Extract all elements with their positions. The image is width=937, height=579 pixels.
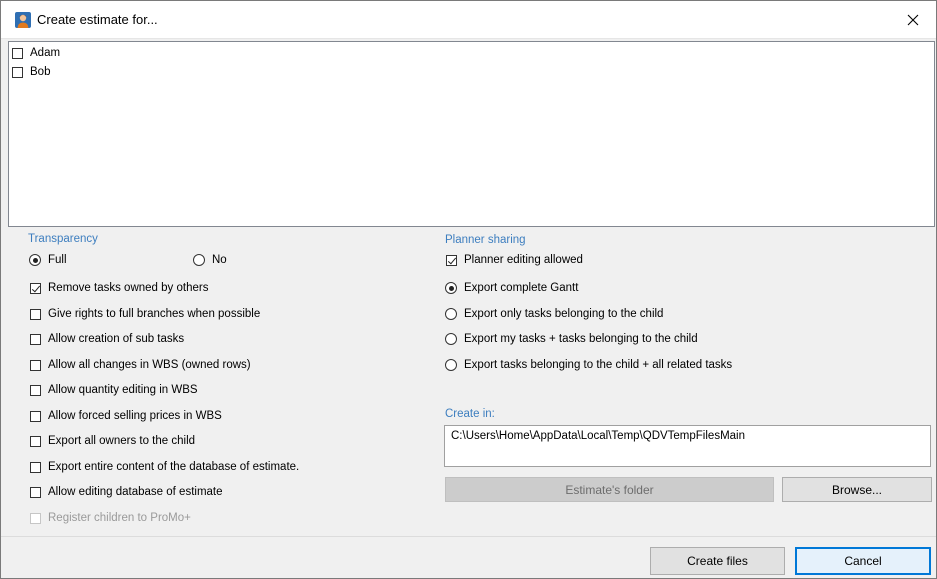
checkbox bbox=[30, 512, 41, 524]
checkbox[interactable] bbox=[30, 384, 41, 396]
child-checkbox-adam[interactable] bbox=[12, 47, 23, 59]
user-icon bbox=[15, 12, 31, 28]
option-label: Export entire content of the database of… bbox=[48, 461, 300, 473]
checkbox[interactable] bbox=[30, 308, 41, 320]
create-files-button[interactable]: Create files bbox=[650, 547, 785, 575]
option-export-entire-database[interactable]: Export entire content of the database of… bbox=[30, 459, 299, 475]
radio-button[interactable] bbox=[193, 254, 205, 266]
radio-label: Export tasks belonging to the child + al… bbox=[464, 359, 733, 371]
option-label: Allow all changes in WBS (owned rows) bbox=[48, 359, 251, 371]
radio-button[interactable] bbox=[445, 308, 457, 320]
export-only-child-tasks-radio[interactable]: Export only tasks belonging to the child bbox=[445, 306, 663, 322]
option-label: Allow editing database of estimate bbox=[48, 486, 223, 498]
create-in-title: Create in: bbox=[445, 408, 495, 420]
child-checkbox-bob[interactable] bbox=[12, 66, 23, 78]
children-list[interactable]: Adam Bob bbox=[8, 41, 935, 227]
checkbox[interactable] bbox=[30, 410, 41, 422]
radio-label: No bbox=[212, 254, 227, 266]
checkbox[interactable] bbox=[446, 254, 457, 266]
option-export-all-owners[interactable]: Export all owners to the child bbox=[30, 433, 195, 449]
title-separator bbox=[1, 38, 936, 39]
transparency-full-radio[interactable]: Full bbox=[29, 252, 67, 268]
checkbox[interactable] bbox=[30, 461, 41, 473]
transparency-title: Transparency bbox=[28, 233, 98, 245]
option-allow-forced-selling-prices[interactable]: Allow forced selling prices in WBS bbox=[30, 408, 222, 424]
radio-button[interactable] bbox=[445, 282, 457, 294]
radio-button[interactable] bbox=[445, 333, 457, 345]
close-button[interactable] bbox=[890, 1, 936, 38]
option-label: Register children to ProMo+ bbox=[48, 512, 191, 524]
option-allow-quantity-editing[interactable]: Allow quantity editing in WBS bbox=[30, 382, 198, 398]
window-title: Create estimate for... bbox=[37, 12, 158, 27]
option-allow-sub-tasks[interactable]: Allow creation of sub tasks bbox=[30, 331, 184, 347]
radio-label: Full bbox=[48, 254, 67, 266]
child-label: Adam bbox=[30, 47, 61, 59]
export-complete-gantt-radio[interactable]: Export complete Gantt bbox=[445, 280, 578, 296]
option-allow-all-changes-wbs[interactable]: Allow all changes in WBS (owned rows) bbox=[30, 357, 251, 373]
list-item[interactable]: Adam bbox=[12, 45, 60, 61]
checkbox[interactable] bbox=[30, 435, 41, 447]
option-label: Allow creation of sub tasks bbox=[48, 333, 185, 345]
cancel-button[interactable]: Cancel bbox=[795, 547, 931, 575]
option-label: Remove tasks owned by others bbox=[48, 282, 209, 294]
option-label: Planner editing allowed bbox=[464, 254, 583, 266]
list-item[interactable]: Bob bbox=[12, 64, 50, 80]
radio-label: Export only tasks belonging to the child bbox=[464, 308, 664, 320]
radio-button[interactable] bbox=[29, 254, 41, 266]
planner-sharing-title: Planner sharing bbox=[445, 234, 526, 246]
option-give-rights-full-branches[interactable]: Give rights to full branches when possib… bbox=[30, 306, 260, 322]
browse-button[interactable]: Browse... bbox=[782, 477, 932, 502]
create-estimate-dialog: Create estimate for... Adam Bob Transpar… bbox=[0, 0, 937, 579]
checkbox[interactable] bbox=[30, 282, 41, 294]
option-label: Give rights to full branches when possib… bbox=[48, 308, 261, 320]
option-label: Allow quantity editing in WBS bbox=[48, 384, 198, 396]
child-label: Bob bbox=[30, 66, 51, 78]
radio-label: Export complete Gantt bbox=[464, 282, 579, 294]
export-related-tasks-radio[interactable]: Export tasks belonging to the child + al… bbox=[445, 357, 732, 373]
close-icon bbox=[907, 14, 919, 25]
footer-separator bbox=[1, 536, 936, 537]
option-label: Allow forced selling prices in WBS bbox=[48, 410, 222, 422]
radio-label: Export my tasks + tasks belonging to the… bbox=[464, 333, 698, 345]
planner-editing-checkbox[interactable]: Planner editing allowed bbox=[446, 252, 583, 268]
radio-button[interactable] bbox=[445, 359, 457, 371]
create-in-path-field[interactable]: C:\Users\Home\AppData\Local\Temp\QDVTemp… bbox=[444, 425, 931, 467]
checkbox[interactable] bbox=[30, 359, 41, 371]
option-label: Export all owners to the child bbox=[48, 435, 196, 447]
estimates-folder-button: Estimate's folder bbox=[445, 477, 774, 502]
title-bar: Create estimate for... bbox=[1, 1, 936, 38]
transparency-no-radio[interactable]: No bbox=[193, 252, 227, 268]
option-register-children-promo: Register children to ProMo+ bbox=[30, 510, 191, 526]
export-my-tasks-radio[interactable]: Export my tasks + tasks belonging to the… bbox=[445, 331, 698, 347]
option-allow-editing-database[interactable]: Allow editing database of estimate bbox=[30, 484, 223, 500]
checkbox[interactable] bbox=[30, 486, 41, 498]
checkbox[interactable] bbox=[30, 333, 41, 345]
option-remove-tasks-owned[interactable]: Remove tasks owned by others bbox=[30, 280, 208, 296]
